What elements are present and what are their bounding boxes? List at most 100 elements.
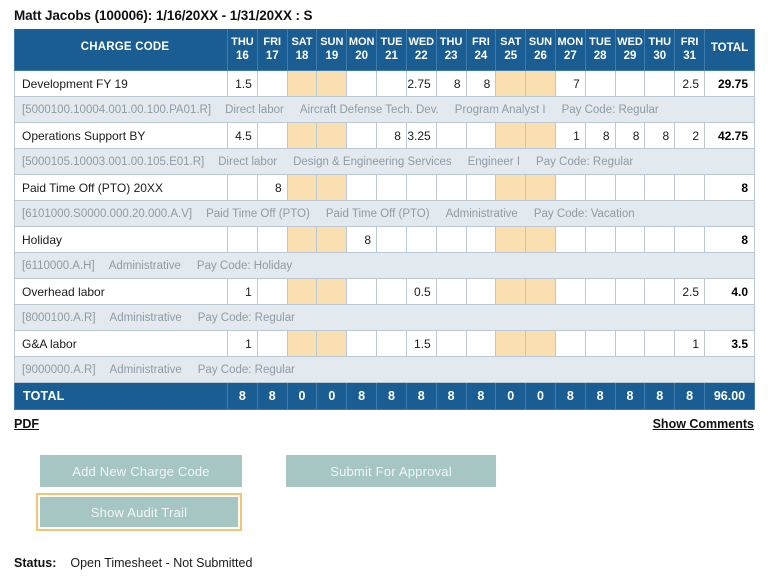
charge-code-cell[interactable]: G&A labor [14,330,228,357]
hours-cell[interactable]: 4.5 [227,122,258,149]
submit-for-approval-button[interactable]: Submit For Approval [286,455,496,487]
hours-cell[interactable] [346,70,378,97]
hours-cell[interactable]: 8 [376,122,407,149]
hours-cell[interactable] [584,174,616,201]
charge-code-cell[interactable]: Holiday [14,226,228,253]
hours-cell[interactable] [227,226,258,253]
hours-cell[interactable]: 2.75 [405,70,437,97]
hours-cell[interactable] [346,330,378,357]
hours-cell[interactable] [346,278,378,305]
hours-cell[interactable] [256,122,288,149]
hours-cell[interactable] [614,226,646,253]
hours-cell[interactable] [376,174,407,201]
hours-cell[interactable]: 2.5 [674,70,705,97]
hours-cell[interactable] [614,70,646,97]
hours-cell[interactable] [286,226,318,253]
hours-cell[interactable] [435,174,467,201]
hours-cell[interactable]: 8 [435,70,467,97]
hours-cell[interactable] [495,70,527,97]
hours-cell[interactable]: 1 [554,122,586,149]
hours-cell[interactable] [405,226,437,253]
show-audit-trail-button[interactable]: Show Audit Trail [40,497,238,527]
hours-cell[interactable] [495,278,527,305]
hours-cell[interactable] [495,226,527,253]
hours-cell[interactable] [644,330,676,357]
hours-cell[interactable] [525,278,556,305]
hours-cell[interactable] [495,122,527,149]
hours-cell[interactable] [286,278,318,305]
hours-cell[interactable]: 1 [674,330,705,357]
hours-cell[interactable] [465,278,497,305]
hours-cell[interactable] [286,122,318,149]
hours-cell[interactable] [256,278,288,305]
hours-cell[interactable]: 0.5 [405,278,437,305]
hours-cell[interactable] [614,174,646,201]
hours-cell[interactable]: 8 [465,70,497,97]
hours-cell[interactable] [316,174,348,201]
hours-cell[interactable] [405,174,437,201]
hours-cell[interactable] [376,278,407,305]
charge-code-cell[interactable]: Development FY 19 [14,70,228,97]
charge-code-cell[interactable]: Overhead labor [14,278,228,305]
hours-cell[interactable]: 1 [227,278,258,305]
hours-cell[interactable]: 8 [256,174,288,201]
hours-cell[interactable] [465,122,497,149]
hours-cell[interactable] [554,226,586,253]
hours-cell[interactable] [435,122,467,149]
hours-cell[interactable] [256,226,288,253]
pdf-link[interactable]: PDF [14,417,39,431]
hours-cell[interactable] [584,278,616,305]
hours-cell[interactable] [286,70,318,97]
hours-cell[interactable]: 1.5 [227,70,258,97]
hours-cell[interactable] [465,174,497,201]
hours-cell[interactable]: 8 [346,226,378,253]
hours-cell[interactable] [495,174,527,201]
hours-cell[interactable] [346,122,378,149]
add-new-charge-code-button[interactable]: Add New Charge Code [40,455,242,487]
charge-code-cell[interactable]: Paid Time Off (PTO) 20XX [14,174,228,201]
hours-cell[interactable] [525,122,556,149]
hours-cell[interactable]: 8 [584,122,616,149]
hours-cell[interactable]: 8 [614,122,646,149]
hours-cell[interactable] [584,330,616,357]
hours-cell[interactable] [465,330,497,357]
hours-cell[interactable] [644,278,676,305]
hours-cell[interactable] [614,278,646,305]
hours-cell[interactable] [584,70,616,97]
hours-cell[interactable]: 2 [674,122,705,149]
hours-cell[interactable] [465,226,497,253]
hours-cell[interactable] [316,70,348,97]
hours-cell[interactable] [227,174,258,201]
hours-cell[interactable] [495,330,527,357]
hours-cell[interactable] [376,330,407,357]
hours-cell[interactable] [435,330,467,357]
hours-cell[interactable] [614,330,646,357]
hours-cell[interactable] [554,174,586,201]
hours-cell[interactable] [346,174,378,201]
hours-cell[interactable] [256,330,288,357]
hours-cell[interactable] [316,330,348,357]
hours-cell[interactable] [525,70,556,97]
hours-cell[interactable] [674,174,705,201]
hours-cell[interactable]: 3.25 [405,122,437,149]
hours-cell[interactable] [376,226,407,253]
hours-cell[interactable] [525,174,556,201]
hours-cell[interactable]: 2.5 [674,278,705,305]
hours-cell[interactable]: 8 [644,122,676,149]
charge-code-cell[interactable]: Operations Support BY [14,122,228,149]
hours-cell[interactable] [554,278,586,305]
hours-cell[interactable] [316,122,348,149]
hours-cell[interactable] [286,330,318,357]
hours-cell[interactable] [316,226,348,253]
hours-cell[interactable] [435,278,467,305]
show-comments-link[interactable]: Show Comments [653,417,754,431]
hours-cell[interactable]: 1.5 [405,330,437,357]
hours-cell[interactable] [674,226,705,253]
hours-cell[interactable] [525,226,556,253]
hours-cell[interactable] [316,278,348,305]
hours-cell[interactable] [525,330,556,357]
hours-cell[interactable] [644,70,676,97]
hours-cell[interactable] [256,70,288,97]
hours-cell[interactable] [376,70,407,97]
hours-cell[interactable]: 7 [554,70,586,97]
